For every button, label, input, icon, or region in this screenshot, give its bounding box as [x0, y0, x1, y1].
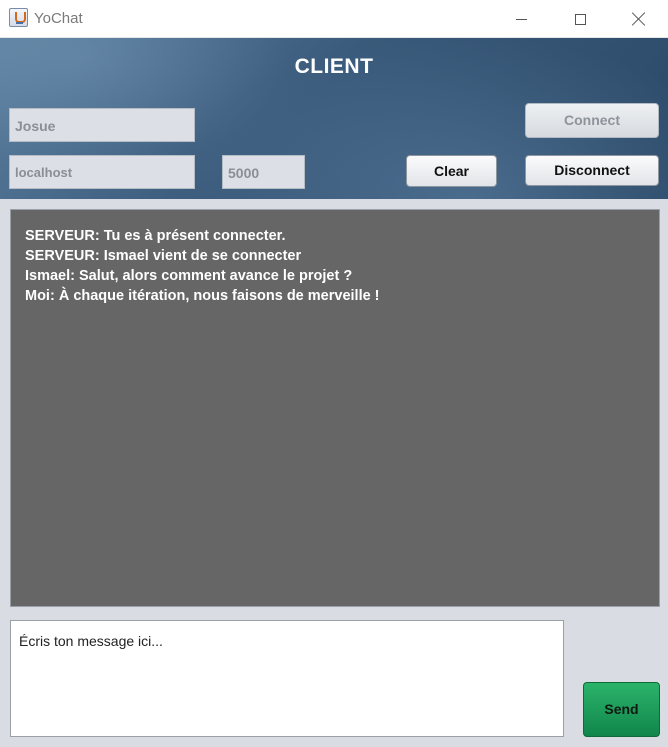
maximize-button[interactable]	[551, 0, 609, 38]
clear-button[interactable]: Clear	[406, 155, 497, 187]
host-field[interactable]: localhost	[9, 155, 195, 189]
port-field[interactable]: 5000	[222, 155, 305, 189]
username-field[interactable]: Josue	[9, 108, 195, 142]
send-button[interactable]: Send	[583, 682, 660, 737]
message-input[interactable]: Écris ton message ici...	[10, 620, 564, 737]
close-button[interactable]	[610, 0, 668, 38]
connect-button[interactable]: Connect	[525, 103, 659, 138]
client-header-panel: CLIENT Josue localhost 5000 Connect Clea…	[0, 38, 668, 199]
chat-message: SERVEUR: Ismael vient de se connecter	[25, 248, 302, 264]
chat-message: Ismael: Salut, alors comment avance le p…	[25, 268, 353, 284]
minimize-button[interactable]	[492, 0, 550, 38]
window-title: YoChat	[34, 10, 83, 27]
header-title: CLIENT	[294, 55, 374, 78]
chat-message: SERVEUR: Tu es à présent connecter.	[25, 228, 286, 244]
java-cup-icon	[9, 8, 28, 27]
chat-log[interactable]: SERVEUR: Tu es à présent connecter. SERV…	[10, 209, 660, 607]
chat-message: Moi: À chaque itération, nous faisons de…	[25, 288, 380, 304]
title-bar: YoChat	[0, 0, 668, 38]
disconnect-button[interactable]: Disconnect	[525, 155, 659, 186]
maximize-icon	[574, 13, 586, 25]
minimize-icon	[515, 18, 527, 20]
close-icon	[632, 12, 646, 26]
